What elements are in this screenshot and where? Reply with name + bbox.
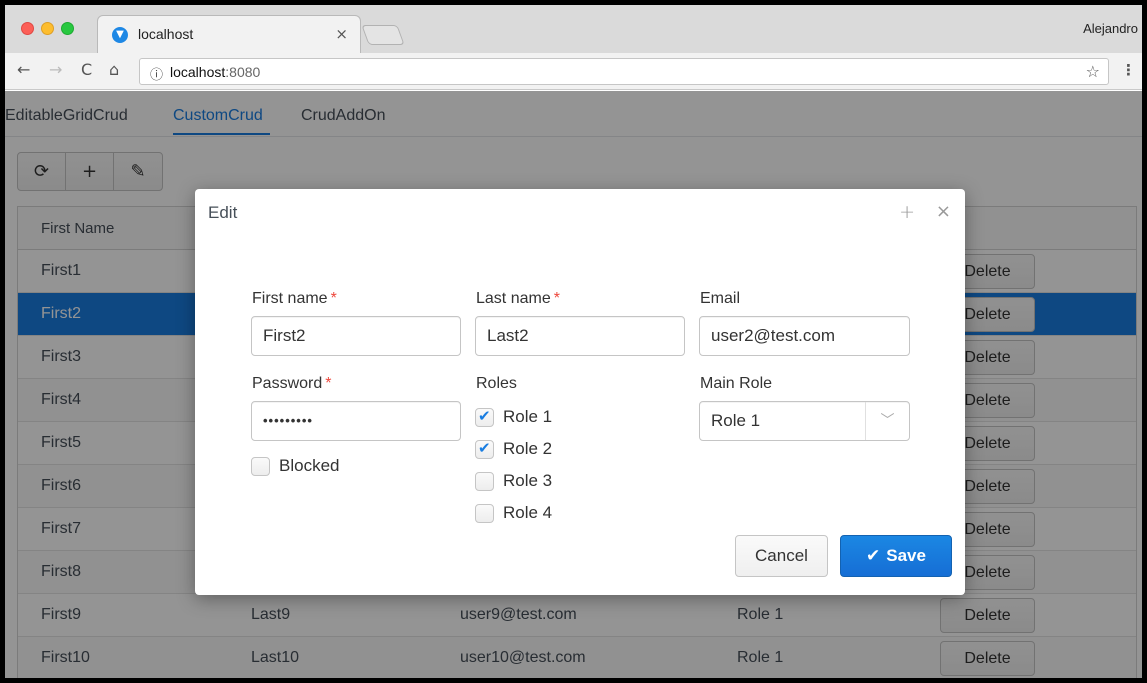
- password-label: Password *: [252, 375, 331, 393]
- role-checkbox[interactable]: Role 4: [475, 503, 552, 523]
- maximize-icon[interactable]: +: [899, 201, 915, 223]
- required-indicator: *: [330, 290, 337, 307]
- forward-arrow-icon[interactable]: →: [49, 60, 62, 79]
- first-name-field[interactable]: First2: [251, 316, 461, 356]
- main-role-value: Role 1: [711, 411, 761, 430]
- checkmark-icon: ✔: [866, 546, 881, 566]
- role-option-label: Role 1: [503, 407, 553, 426]
- browser-menu-icon[interactable]: ⋮: [1121, 61, 1136, 79]
- role-checkbox[interactable]: Role 1: [475, 407, 552, 427]
- edit-dialog: Edit + × First name * First2 Last name * L…: [195, 189, 965, 595]
- roles-label: Roles: [476, 375, 517, 392]
- blocked-label: Blocked: [279, 456, 340, 475]
- role-option-label: Role 4: [503, 503, 553, 522]
- address-bar[interactable]: ⓘ localhost:8080 ☆: [139, 58, 1109, 85]
- save-button[interactable]: ✔ Save: [840, 535, 952, 577]
- vaadin-favicon-icon: ▼: [112, 27, 128, 43]
- last-name-label: Last name *: [476, 290, 560, 308]
- main-role-select[interactable]: Role 1 ﹀: [699, 401, 910, 441]
- first-name-label: First name *: [252, 290, 337, 308]
- required-indicator: *: [325, 375, 332, 392]
- checkbox-checked[interactable]: [475, 439, 494, 459]
- url-text: localhost:8080: [170, 64, 260, 80]
- new-tab-button[interactable]: [361, 25, 405, 45]
- cancel-button[interactable]: Cancel: [735, 535, 828, 577]
- main-role-label: Main Role: [700, 375, 773, 392]
- close-window-button[interactable]: [21, 22, 34, 35]
- role-option-label: Role 2: [503, 439, 553, 458]
- chevron-down-icon[interactable]: ﹀: [865, 402, 909, 440]
- url-port: :8080: [225, 64, 261, 80]
- tab-close-icon[interactable]: ×: [335, 25, 348, 43]
- back-arrow-icon[interactable]: ←: [17, 60, 30, 79]
- home-icon[interactable]: ⌂: [109, 60, 119, 79]
- browser-window: ▼ localhost × Alejandro ← → C ⌂ ⓘ localh…: [5, 5, 1142, 678]
- browser-tab-title: localhost: [138, 26, 194, 42]
- first-name-label-text: First name: [252, 290, 328, 307]
- role-checkbox[interactable]: Role 2: [475, 439, 552, 459]
- save-label: Save: [886, 546, 926, 565]
- checkbox-box[interactable]: [475, 471, 494, 491]
- close-icon[interactable]: ×: [936, 201, 951, 222]
- required-indicator: *: [553, 290, 560, 307]
- last-name-field[interactable]: Last2: [475, 316, 685, 356]
- email-field[interactable]: user2@test.com: [699, 316, 910, 356]
- profile-name[interactable]: Alejandro: [1083, 21, 1138, 36]
- last-name-label-text: Last name: [476, 290, 551, 307]
- checkbox-box[interactable]: [251, 456, 270, 476]
- email-label: Email: [700, 290, 741, 307]
- password-field[interactable]: •••••••••: [251, 401, 461, 441]
- browser-toolbar: ← → C ⌂ ⓘ localhost:8080 ☆ ⋮: [5, 53, 1142, 90]
- url-host: localhost: [170, 64, 226, 80]
- reload-icon[interactable]: C: [81, 60, 92, 79]
- zoom-window-button[interactable]: [61, 22, 74, 35]
- password-label-text: Password: [252, 375, 323, 392]
- dialog-title: Edit: [208, 203, 238, 222]
- browser-tab[interactable]: ▼ localhost ×: [97, 15, 361, 53]
- checkbox-box[interactable]: [475, 503, 494, 523]
- minimize-window-button[interactable]: [41, 22, 54, 35]
- browser-tab-bar: ▼ localhost × Alejandro: [5, 5, 1142, 53]
- blocked-checkbox[interactable]: Blocked: [251, 456, 339, 476]
- bookmark-star-icon[interactable]: ☆: [1086, 62, 1100, 81]
- checkbox-checked[interactable]: [475, 407, 494, 427]
- role-option-label: Role 3: [503, 471, 553, 490]
- role-checkbox[interactable]: Role 3: [475, 471, 552, 491]
- info-icon[interactable]: ⓘ: [150, 64, 163, 83]
